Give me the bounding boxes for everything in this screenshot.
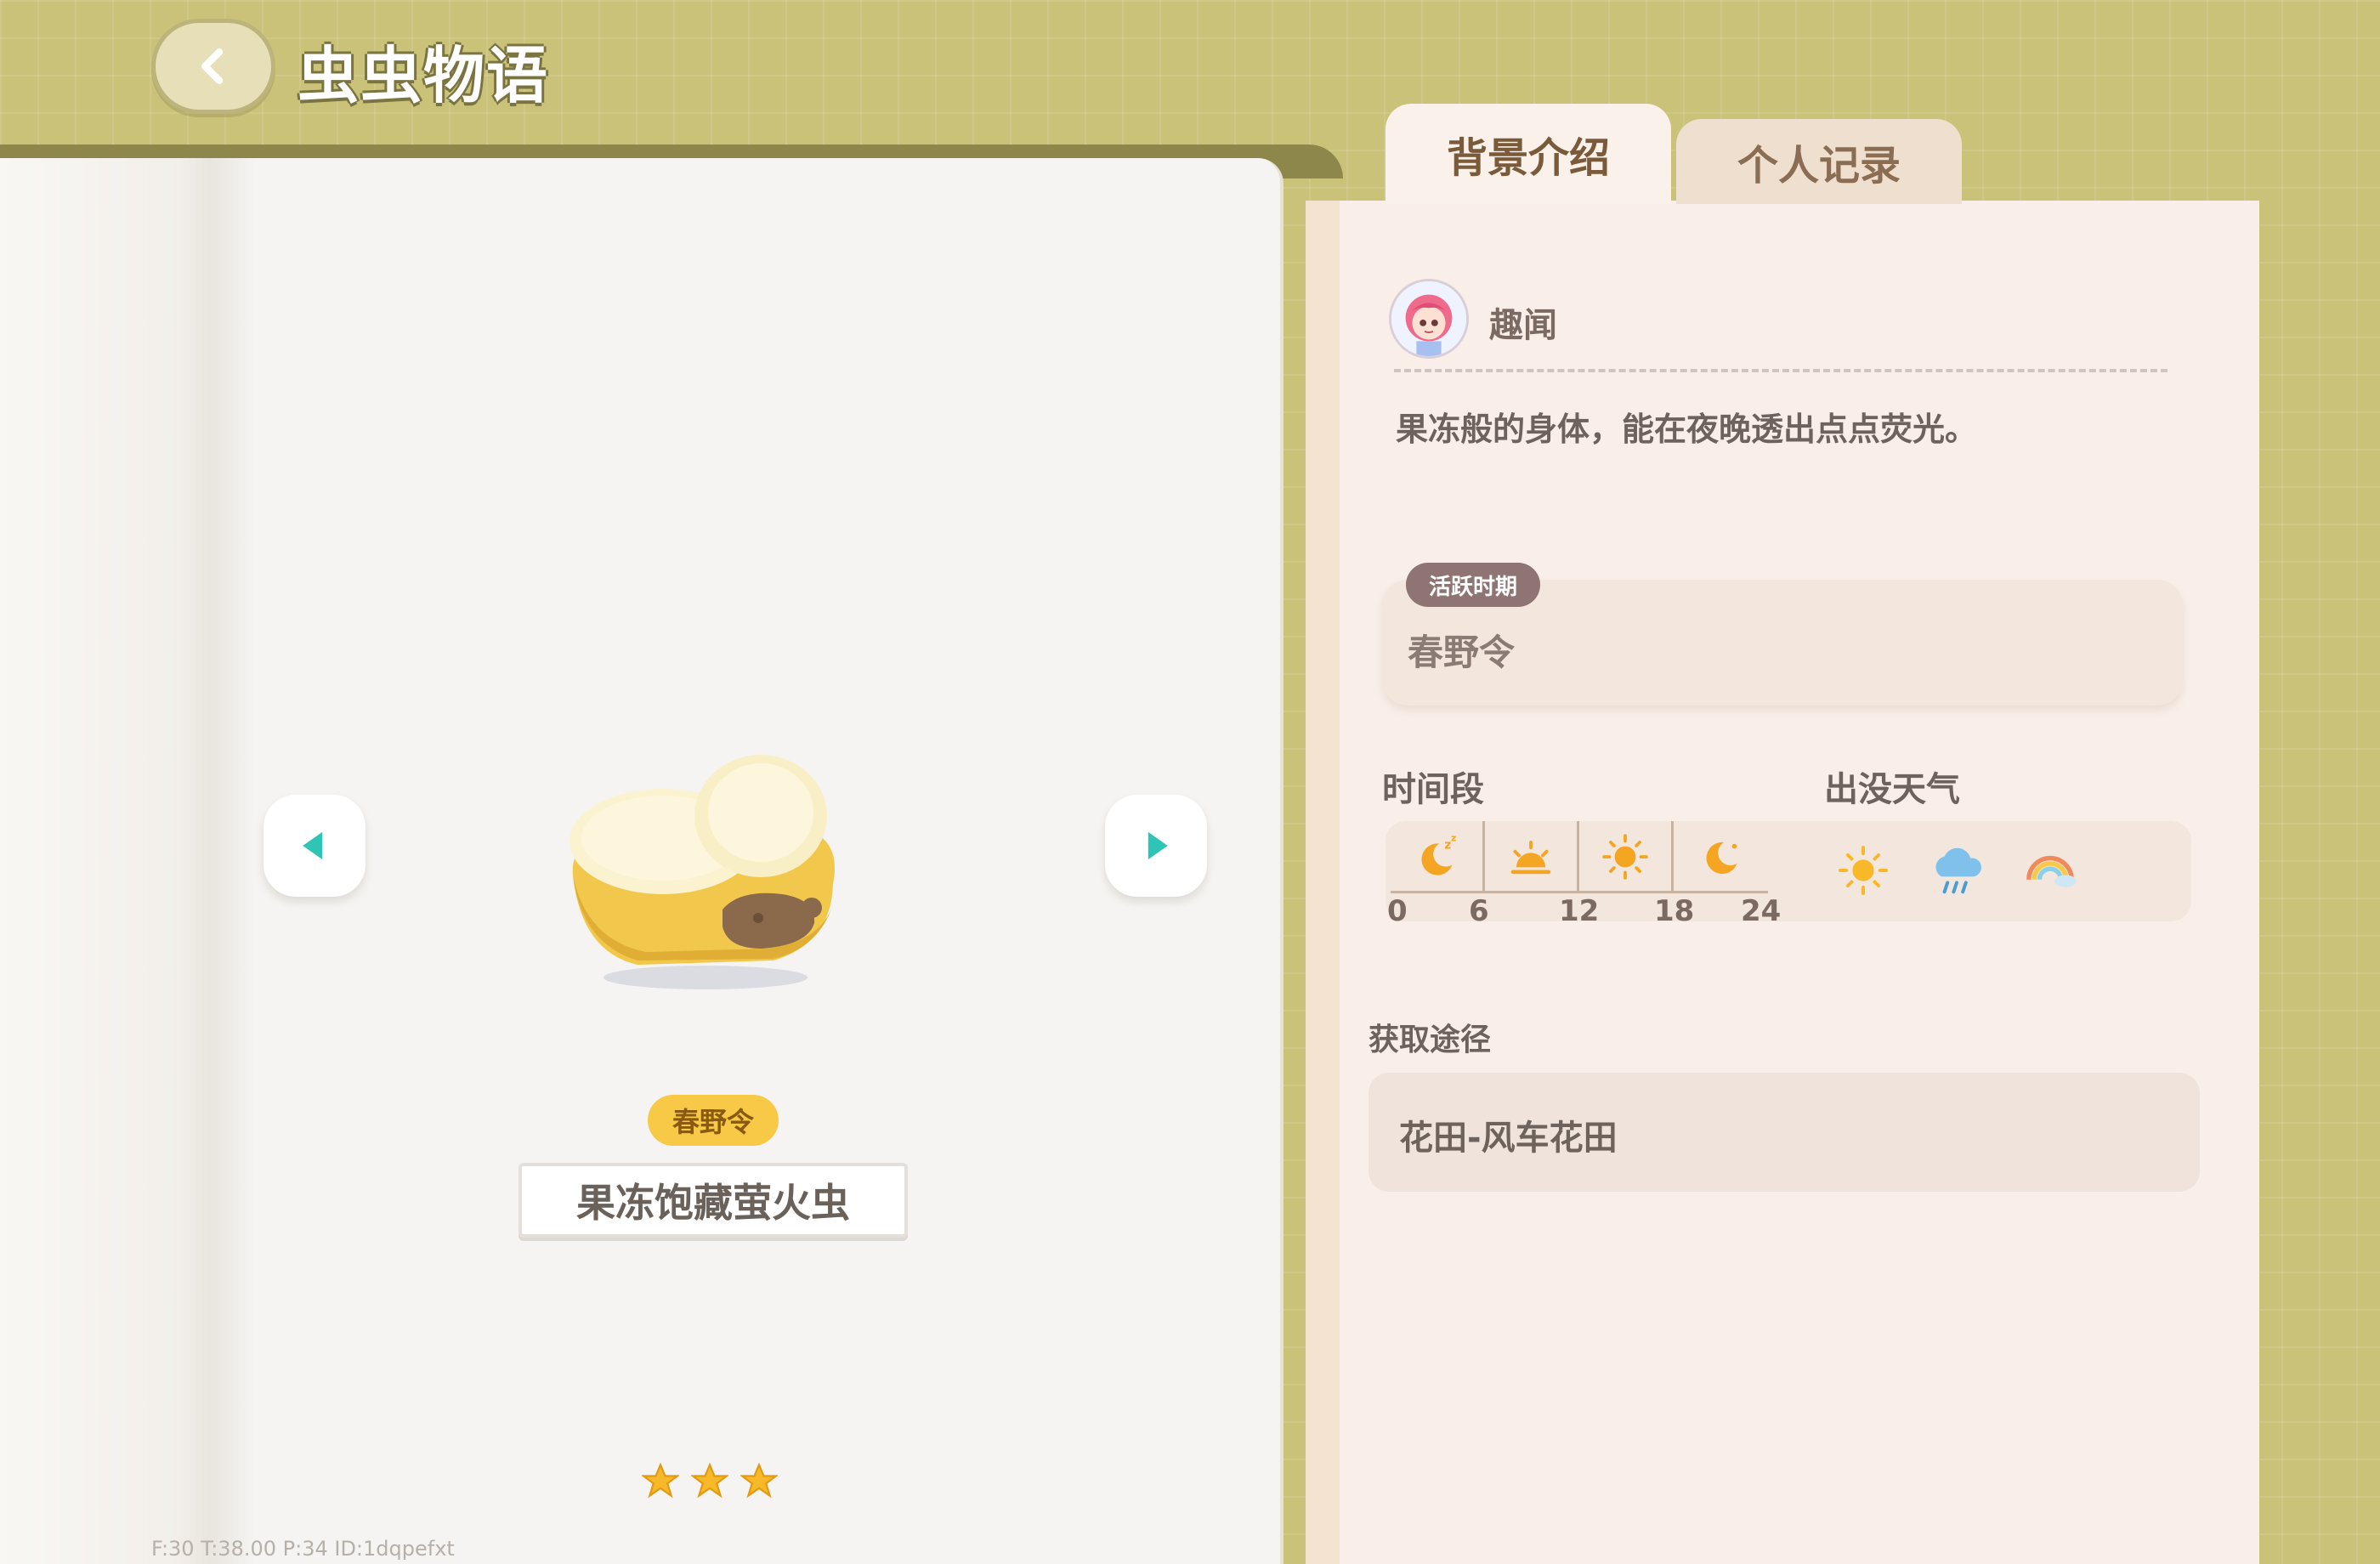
page-title: 虫虫物语 [298,40,550,111]
fun-fact-label: 趣闻 [1489,306,1557,345]
sunny-weather [1833,840,1894,901]
time-period-label: 时间段 [1382,770,1484,809]
star-icon [691,1462,728,1499]
time-tick: 24 [1741,894,1782,928]
time-slot [1485,821,1579,892]
left-triangle-icon [303,831,323,860]
insect-name: 果冻饱藏萤火虫 [518,1163,908,1238]
time-period-bar: z z [1391,821,1768,892]
divider [1394,369,2168,372]
sunny-icon [1839,846,1888,895]
back-arrow-icon [201,48,224,84]
time-tick: 12 [1559,894,1600,928]
jelly-firefly-icon [570,755,835,989]
next-insect-button[interactable] [1105,795,1207,897]
sun-icon [1602,834,1648,880]
active-period-badge: 活跃时期 [1406,563,1540,607]
right-triangle-icon [1148,831,1168,860]
book-spine [0,158,255,1564]
moon-icon [1706,842,1737,875]
rain-weather [1926,840,1987,901]
rain-cloud-icon [1935,847,1981,894]
back-button[interactable] [151,19,275,114]
rainbow-weather [2020,840,2081,901]
fun-fact-text: 果冻般的身体，能在夜晚透出点点荧光。 [1396,411,1978,448]
rarity-stars [642,1462,778,1499]
svg-text:z: z [1451,832,1456,843]
sunrise-icon [1510,841,1551,875]
prev-insect-button[interactable] [264,795,366,897]
time-slot [1579,821,1674,892]
time-tick: 18 [1654,894,1695,928]
season-chip: 春野令 [648,1095,779,1146]
star-icon [642,1462,679,1499]
time-tick: 0 [1387,894,1408,928]
active-period-value: 春野令 [1408,632,1516,673]
rainbow-icon [2026,855,2077,887]
time-axis [1391,891,1768,893]
tab-background[interactable]: 背景介绍 [1386,104,1671,204]
tab-personal-record[interactable]: 个人记录 [1676,119,1962,204]
source-value: 花田-风车花田 [1399,1119,1618,1158]
moon-sleep-icon: z z [1421,832,1456,876]
time-slot [1674,821,1768,892]
time-slot: z z [1391,821,1485,892]
avatar [1389,279,1469,359]
star-icon [740,1462,778,1499]
time-tick: 6 [1469,894,1489,928]
character-portrait-icon [1391,281,1466,356]
weather-label: 出没天气 [1824,770,1960,809]
debug-info: F:30 T:38.00 P:34 ID:1dqpefxt [151,1537,455,1561]
source-label: 获取途径 [1368,1023,1492,1057]
